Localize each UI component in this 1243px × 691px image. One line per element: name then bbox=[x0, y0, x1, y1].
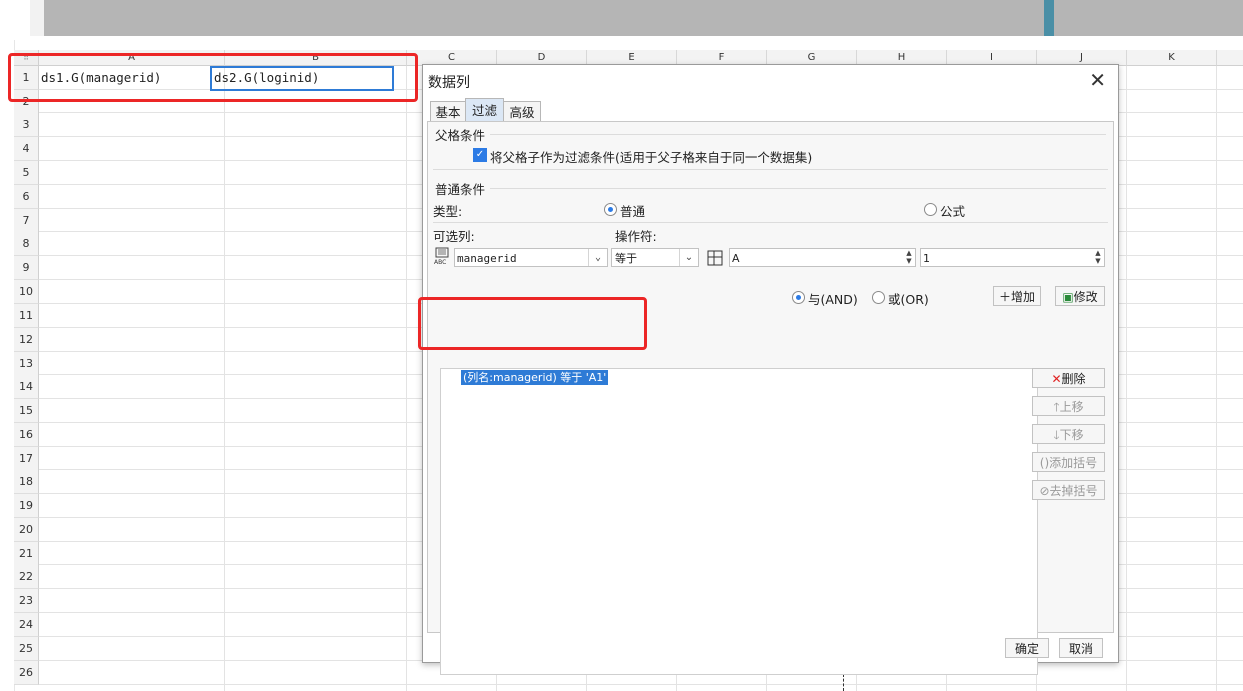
row-header[interactable]: 5 bbox=[14, 161, 39, 185]
row-header[interactable]: 24 bbox=[14, 613, 39, 637]
row-header[interactable]: 19 bbox=[14, 494, 39, 518]
filter-panel: 父格条件 ✓ 将父格子作为过滤条件(适用于父子格来自于同一个数据集) 普通条件 … bbox=[427, 121, 1114, 675]
row-header[interactable]: 11 bbox=[14, 304, 39, 328]
remove-bracket-icon: ⊘ bbox=[1039, 484, 1050, 498]
data-column-dialog: 数据列 ✕ 基本 过滤 高级 父格条件 ✓ 将父格子作为过滤条件(适用于父子格来… bbox=[422, 64, 1119, 675]
column-header-l[interactable] bbox=[1217, 50, 1243, 66]
available-columns-label: 可选列: bbox=[433, 229, 475, 244]
condition-list[interactable]: (列名:managerid) 等于 'A1' bbox=[440, 368, 1038, 675]
bracket-icon: () bbox=[1039, 456, 1050, 470]
row-header[interactable]: 21 bbox=[14, 542, 39, 566]
abc-column-icon: ABC bbox=[433, 246, 453, 269]
dialog-title: 数据列 bbox=[428, 75, 470, 91]
type-formula-radio[interactable] bbox=[924, 203, 937, 216]
parent-condition-title: 父格条件 bbox=[435, 128, 486, 143]
row-header[interactable]: 12 bbox=[14, 328, 39, 352]
type-label: 类型: bbox=[433, 204, 463, 219]
ok-button[interactable]: 确定 bbox=[1005, 638, 1049, 658]
value-input-2[interactable]: 1 ▲ ▼ bbox=[920, 248, 1105, 267]
row-header[interactable]: 7 bbox=[14, 209, 39, 233]
column-header-k[interactable]: K bbox=[1127, 50, 1217, 66]
parent-filter-checkbox[interactable]: ✓ bbox=[473, 148, 487, 162]
row-header[interactable]: 14 bbox=[14, 375, 39, 399]
parent-filter-label: 将父格子作为过滤条件(适用于父子格来自于同一个数据集) bbox=[490, 150, 813, 165]
row-header[interactable]: 10 bbox=[14, 280, 39, 304]
row-header[interactable]: 6 bbox=[14, 185, 39, 209]
delete-icon: ✕ bbox=[1051, 372, 1062, 386]
row-header[interactable]: 25 bbox=[14, 637, 39, 661]
and-label: 与(AND) bbox=[808, 292, 858, 307]
row-header[interactable]: 9 bbox=[14, 256, 39, 280]
row-header[interactable]: 8 bbox=[14, 232, 39, 256]
row-header[interactable]: 26 bbox=[14, 661, 39, 685]
row-header[interactable]: 20 bbox=[14, 518, 39, 542]
close-icon[interactable]: ✕ bbox=[1089, 69, 1106, 91]
value-input[interactable]: A ▲ ▼ bbox=[729, 248, 916, 267]
row-header[interactable]: 23 bbox=[14, 589, 39, 613]
top-left-tab bbox=[30, 0, 45, 36]
value-input-text: A bbox=[732, 252, 740, 265]
or-label: 或(OR) bbox=[888, 292, 929, 307]
row-header[interactable]: 15 bbox=[14, 399, 39, 423]
chevron-down-icon[interactable]: ⌄ bbox=[679, 249, 698, 266]
left-splitter[interactable] bbox=[0, 40, 15, 691]
row-header[interactable]: 16 bbox=[14, 423, 39, 447]
row-header[interactable]: 3 bbox=[14, 113, 39, 137]
delete-button[interactable]: ✕删除 bbox=[1032, 368, 1105, 388]
row-header[interactable]: 22 bbox=[14, 565, 39, 589]
add-bracket-button[interactable]: ()添加括号 bbox=[1032, 452, 1105, 472]
condition-item[interactable]: (列名:managerid) 等于 'A1' bbox=[461, 370, 609, 385]
operator-select[interactable]: 等于 ⌄ bbox=[611, 248, 699, 267]
svg-text:ABC: ABC bbox=[434, 259, 446, 266]
operator-label: 操作符: bbox=[615, 229, 657, 244]
type-formula-label: 公式 bbox=[940, 204, 966, 219]
highlight-box-condition bbox=[418, 297, 647, 350]
add-button[interactable]: ＋增加 bbox=[993, 286, 1041, 306]
top-preview-strip bbox=[0, 0, 1243, 40]
row-header[interactable]: 13 bbox=[14, 352, 39, 376]
operator-select-value: 等于 bbox=[615, 252, 637, 265]
tab-advanced[interactable]: 高级 bbox=[503, 101, 541, 123]
column-select[interactable]: managerid ⌄ bbox=[454, 248, 608, 267]
common-condition-title: 普通条件 bbox=[435, 182, 486, 197]
preview-bar-right bbox=[1054, 0, 1243, 36]
scroll-marker bbox=[1044, 0, 1054, 36]
row-header[interactable]: 17 bbox=[14, 447, 39, 471]
plus-icon: ＋ bbox=[998, 290, 1011, 304]
modify-icon: ▣ bbox=[1062, 290, 1074, 304]
or-radio[interactable] bbox=[872, 291, 885, 304]
tab-filter[interactable]: 过滤 bbox=[465, 98, 504, 123]
type-normal-label: 普通 bbox=[620, 204, 646, 219]
row-header[interactable]: 18 bbox=[14, 470, 39, 494]
move-down-button[interactable]: 🡓下移 bbox=[1032, 424, 1105, 444]
and-radio[interactable] bbox=[792, 291, 805, 304]
tab-basic[interactable]: 基本 bbox=[430, 101, 466, 123]
highlight-box-row1 bbox=[8, 53, 418, 102]
preview-bar bbox=[44, 0, 1044, 36]
cancel-button[interactable]: 取消 bbox=[1059, 638, 1103, 658]
type-normal-radio[interactable] bbox=[604, 203, 617, 216]
spinner-icon[interactable]: ▲ ▼ bbox=[903, 249, 915, 266]
cell-picker-icon[interactable] bbox=[706, 249, 724, 270]
chevron-down-icon[interactable]: ⌄ bbox=[588, 249, 607, 266]
row-header[interactable]: 4 bbox=[14, 137, 39, 161]
modify-button[interactable]: ▣修改 bbox=[1055, 286, 1105, 306]
remove-bracket-button[interactable]: ⊘去掉括号 bbox=[1032, 480, 1105, 500]
value-input-2-text: 1 bbox=[923, 252, 930, 265]
column-select-value: managerid bbox=[457, 252, 517, 265]
move-up-button[interactable]: 🡑上移 bbox=[1032, 396, 1105, 416]
spinner-icon[interactable]: ▲ ▼ bbox=[1092, 249, 1104, 266]
